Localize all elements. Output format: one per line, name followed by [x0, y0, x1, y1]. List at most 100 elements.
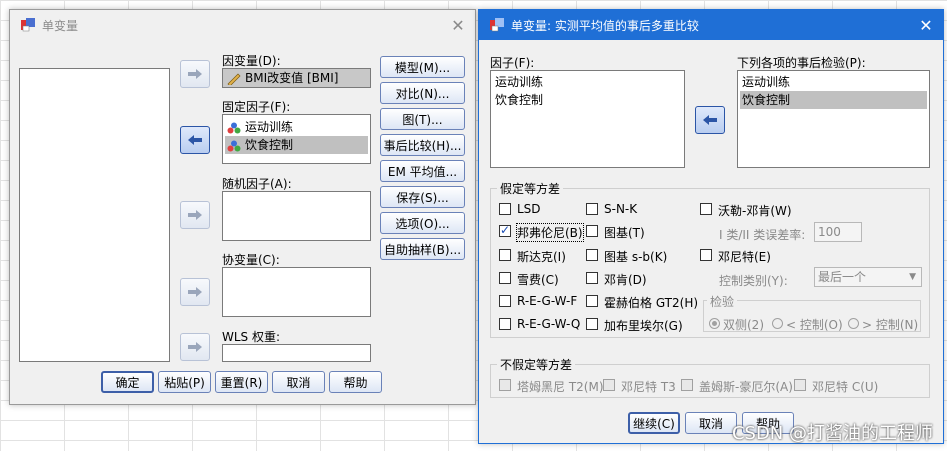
post-hoc-button[interactable]: 事后比较(H)...: [380, 134, 465, 156]
dunnett-t3-label: 邓尼特 T3: [621, 380, 676, 394]
greater-than-control-radio[interactable]: [848, 318, 859, 329]
regwf-checkbox[interactable]: [499, 295, 511, 307]
covariate-list[interactable]: [222, 267, 371, 317]
snk-checkbox[interactable]: [586, 203, 598, 215]
factors-list[interactable]: 运动训练 饮食控制: [490, 70, 685, 168]
dunnett-checkbox[interactable]: [700, 249, 712, 261]
app-icon: [21, 18, 35, 32]
greater-than-control-label: > 控制(N): [862, 318, 919, 332]
covariate-label: 协变量(C):: [222, 253, 280, 267]
wls-label: WLS 权重:: [222, 330, 281, 344]
dependent-field[interactable]: BMI改变值 [BMI]: [222, 68, 371, 88]
dunnett-t3-checkbox[interactable]: [603, 379, 615, 391]
title-bar: 单变量 ✕: [10, 10, 475, 40]
waller-checkbox[interactable]: [700, 203, 712, 215]
scheffe-label: 雪费(C): [517, 273, 559, 287]
random-factor-label: 随机因子(A):: [222, 177, 292, 191]
move-fixed-factor-button[interactable]: [180, 126, 210, 154]
options-button[interactable]: 选项(O)...: [380, 212, 465, 234]
ok-button[interactable]: 确定: [101, 371, 154, 393]
control-category-select[interactable]: 最后一个 ▼: [814, 267, 922, 287]
hochberg-checkbox[interactable]: [586, 295, 598, 307]
cancel-button[interactable]: 取消: [272, 371, 325, 393]
move-covariate-button[interactable]: [180, 278, 210, 306]
plots-button[interactable]: 图(T)...: [380, 108, 465, 130]
reset-button[interactable]: 重置(R): [215, 371, 268, 393]
sidak-checkbox[interactable]: [499, 249, 511, 261]
lsd-label: LSD: [517, 202, 541, 216]
bonferroni-label: 邦弗伦尼(B): [516, 223, 584, 242]
posthoc-label: 下列各项的事后检验(P):: [737, 56, 866, 70]
cancel-button[interactable]: 取消: [685, 412, 737, 434]
tukey-b-label: 图基 s-b(K): [604, 250, 668, 264]
wls-field[interactable]: [222, 344, 371, 362]
sidak-label: 斯达克(I): [517, 250, 566, 264]
save-button[interactable]: 保存(S)...: [380, 186, 465, 208]
list-item[interactable]: 饮食控制: [225, 136, 368, 154]
chevron-down-icon: ▼: [909, 272, 916, 282]
list-item[interactable]: 运动训练: [740, 73, 927, 91]
arrow-right-icon: [188, 287, 202, 297]
window-title: 单变量: 实测平均值的事后多重比较: [511, 19, 699, 33]
error-ratio-field[interactable]: 100: [814, 222, 862, 242]
tukey-b-checkbox[interactable]: [586, 249, 598, 261]
dependent-value: BMI改变值 [BMI]: [245, 71, 339, 85]
dependent-label: 因变量(D):: [222, 54, 281, 68]
snk-label: S-N-K: [604, 202, 638, 216]
univariate-dialog: 单变量 ✕ 因变量(D): BMI改变值 [BMI] 固定因子(F): 运动训练…: [9, 9, 476, 405]
random-factor-list[interactable]: [222, 191, 371, 241]
nominal-variable-icon: [227, 140, 241, 151]
contrasts-button[interactable]: 对比(N)...: [380, 82, 465, 104]
regwq-checkbox[interactable]: [499, 318, 511, 330]
tukey-checkbox[interactable]: [586, 225, 598, 237]
gabriel-checkbox[interactable]: [586, 318, 598, 330]
list-item-label: 运动训练: [245, 120, 294, 134]
two-sided-label: 双侧(2): [723, 318, 764, 332]
em-means-button[interactable]: EM 平均值...: [380, 160, 465, 182]
paste-button[interactable]: 粘贴(P): [158, 371, 211, 393]
factors-label: 因子(F):: [490, 56, 535, 70]
tukey-label: 图基(T): [604, 226, 645, 240]
app-icon: [490, 18, 504, 32]
help-button[interactable]: 帮助: [329, 371, 382, 393]
move-random-factor-button[interactable]: [180, 201, 210, 229]
dunnett-c-checkbox[interactable]: [794, 379, 806, 391]
less-than-control-label: < 控制(O): [786, 318, 843, 332]
bootstrap-button[interactable]: 自助抽样(B)...: [380, 238, 465, 260]
control-category-value: 最后一个: [818, 270, 867, 284]
window-title: 单变量: [42, 19, 79, 33]
close-icon[interactable]: ✕: [915, 14, 937, 36]
two-sided-radio[interactable]: [709, 318, 720, 329]
gabriel-label: 加布里埃尔(G): [604, 319, 683, 333]
list-item[interactable]: 饮食控制: [493, 91, 682, 109]
fixed-factor-list[interactable]: 运动训练 饮食控制: [222, 114, 371, 164]
less-than-control-radio[interactable]: [772, 318, 783, 329]
arrow-left-icon: [188, 135, 202, 145]
waller-label: 沃勒-邓肯(W): [718, 204, 792, 218]
list-item[interactable]: 运动训练: [493, 73, 682, 91]
post-hoc-dialog: 单变量: 实测平均值的事后多重比较 ✕ 因子(F): 运动训练 饮食控制 下列各…: [478, 9, 944, 444]
games-howell-checkbox[interactable]: [681, 379, 693, 391]
list-item[interactable]: 运动训练: [225, 118, 368, 136]
arrow-right-icon: [188, 342, 202, 352]
duncan-checkbox[interactable]: [586, 272, 598, 284]
bonferroni-checkbox[interactable]: [499, 223, 511, 237]
hochberg-label: 霍赫伯格 GT2(H): [604, 296, 699, 310]
close-icon[interactable]: ✕: [447, 14, 469, 36]
move-dependent-button[interactable]: [180, 60, 210, 88]
games-howell-label: 盖姆斯-豪厄尔(A): [699, 380, 793, 394]
scheffe-checkbox[interactable]: [499, 272, 511, 284]
unequal-variances-title: 不假定等方差: [497, 356, 576, 373]
continue-button[interactable]: 继续(C): [628, 412, 680, 434]
list-item[interactable]: 饮食控制: [740, 91, 927, 109]
model-button[interactable]: 模型(M)...: [380, 56, 465, 78]
lsd-checkbox[interactable]: [499, 203, 511, 215]
nominal-variable-icon: [227, 122, 241, 133]
dependent-item[interactable]: BMI改变值 [BMI]: [225, 69, 368, 87]
fixed-factor-label: 固定因子(F):: [222, 100, 291, 114]
move-posthoc-button[interactable]: [695, 106, 725, 134]
source-variable-list[interactable]: [19, 68, 170, 362]
tamhane-checkbox[interactable]: [499, 379, 511, 391]
posthoc-list[interactable]: 运动训练 饮食控制: [737, 70, 930, 168]
move-wls-button[interactable]: [180, 333, 210, 361]
